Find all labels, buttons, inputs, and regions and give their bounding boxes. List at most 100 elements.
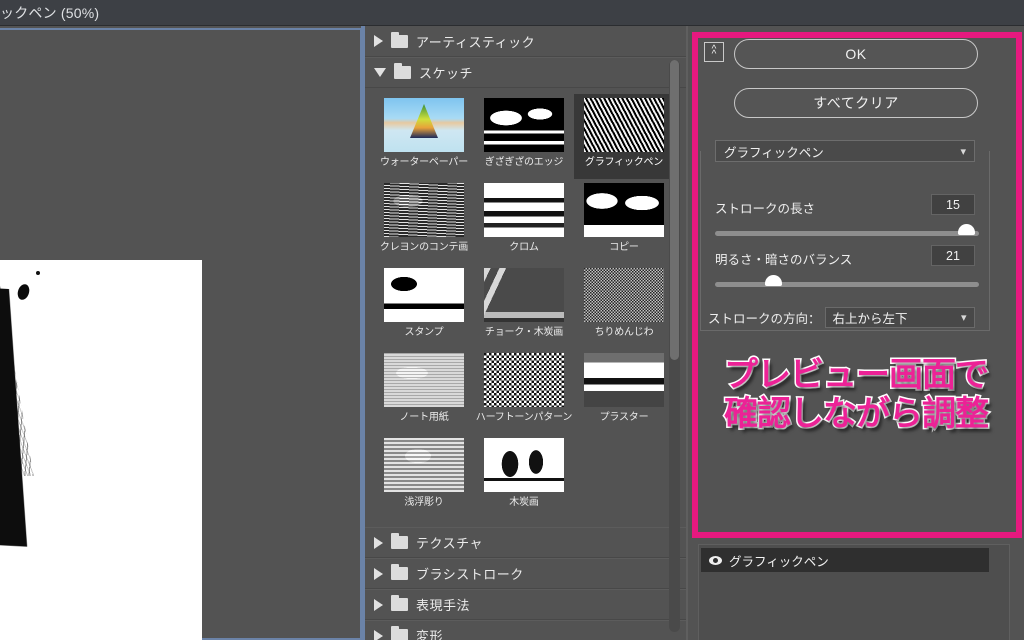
stroke-direction-dropdown[interactable]: 右上から左下 ▾	[824, 307, 975, 328]
double-chevron-up-icon[interactable]: ^ ^	[704, 42, 724, 62]
filter-thumbnail-image[interactable]	[584, 353, 664, 407]
filter-thumbnail[interactable]: ノート用紙	[374, 349, 474, 434]
clear-all-button[interactable]: すべてクリア	[734, 88, 978, 118]
filter-thumbnail[interactable]: グラフィックペン	[574, 94, 674, 179]
category-row[interactable]: スケッチ	[364, 57, 686, 88]
filter-thumbnail-image[interactable]	[484, 353, 564, 407]
filter-thumbnail[interactable]: ぎざぎざのエッジ	[474, 94, 574, 179]
preview-ink-dot	[15, 282, 32, 302]
chevron-down-icon: ▾	[960, 145, 966, 158]
category-list-bottom: テクスチャブラシストローク表現手法変形	[364, 527, 686, 640]
filter-thumbnail[interactable]: コピー	[574, 179, 674, 264]
param-stroke-length-slider-knob[interactable]	[957, 224, 975, 235]
category-label: アーティスティック	[416, 34, 536, 50]
filter-thumbnail-label: クロム	[509, 242, 539, 253]
filter-name-dropdown[interactable]: グラフィックペン ▾	[715, 140, 975, 162]
ok-button[interactable]: OK	[734, 39, 978, 69]
filter-thumbnail-image[interactable]	[384, 353, 464, 407]
filter-thumbnail-image[interactable]	[584, 183, 664, 237]
filter-thumbnail-label: 木炭画	[509, 497, 539, 508]
category-label: 変形	[416, 629, 444, 640]
category-row[interactable]: テクスチャ	[364, 527, 686, 558]
filter-thumbnail[interactable]: ウォーターペーパー	[374, 94, 474, 179]
filter-thumbnail[interactable]: チョーク・木炭画	[474, 264, 574, 349]
filter-thumbnail-label: ハーフトーンパターン	[475, 412, 573, 423]
filter-thumbnail[interactable]: クレヨンのコンテ画	[374, 179, 474, 264]
folder-icon	[391, 564, 408, 580]
stroke-direction-dropdown-value: 右上から左下	[832, 312, 908, 326]
category-row[interactable]: 表現手法	[364, 589, 686, 620]
category-row[interactable]: 変形	[364, 620, 686, 640]
window-titlebar: ックペン (50%)	[0, 0, 1024, 26]
window-title: ックペン (50%)	[0, 4, 100, 21]
filter-thumbnail-label: 浅浮彫り	[404, 497, 444, 508]
filter-thumbnail[interactable]: スタンプ	[374, 264, 474, 349]
filter-thumbnail-label: クレヨンのコンテ画	[379, 242, 469, 253]
annotation-line-2: 確認しながら調整	[723, 394, 991, 435]
param-light-dark-balance-slider-knob[interactable]	[765, 275, 783, 286]
filter-thumbnail-image[interactable]	[584, 268, 664, 322]
preview-area[interactable]	[0, 26, 362, 640]
filter-thumbnail[interactable]: プラスター	[574, 349, 674, 434]
gallery-scrollbar[interactable]	[669, 60, 680, 632]
param-stroke-length: ストロークの長さ 15	[715, 194, 975, 217]
param-light-dark-balance-label: 明るさ・暗さのバランス	[715, 253, 853, 267]
param-light-dark-balance-slider[interactable]	[715, 275, 979, 287]
folder-icon	[394, 63, 411, 79]
param-stroke-length-value[interactable]: 15	[931, 194, 975, 215]
filter-thumbnail-label: チョーク・木炭画	[484, 327, 564, 338]
annotation-text: プレビュー画面で 確認しながら調整	[688, 354, 1024, 435]
filter-settings-panel: ^ ^ OK すべてクリア グラフィックペン ▾ ストロークの長さ 15 明るさ…	[686, 26, 1024, 640]
panel-divider-right	[686, 26, 688, 640]
filter-thumbnail[interactable]: 浅浮彫り	[374, 434, 474, 519]
filter-thumbnail-label: プラスター	[599, 412, 649, 423]
filter-thumbnail-label: スタンプ	[404, 327, 444, 338]
filter-thumbnail-image[interactable]	[484, 183, 564, 237]
category-row[interactable]: アーティスティック	[364, 26, 686, 57]
folder-icon	[391, 31, 408, 48]
filter-thumbnail-image[interactable]	[484, 438, 564, 492]
category-row[interactable]: ブラシストローク	[364, 558, 686, 589]
filter-preview-canvas[interactable]	[0, 260, 202, 640]
folder-icon	[391, 533, 408, 549]
category-label: スケッチ	[419, 66, 474, 81]
filter-thumbnail[interactable]: クロム	[474, 179, 574, 264]
triangle-right-icon[interactable]	[374, 629, 383, 640]
param-stroke-direction-row: ストロークの方向： 右上から左下 ▾	[708, 307, 988, 328]
list-item[interactable]: グラフィックペン	[701, 548, 989, 572]
filter-thumbnail-image[interactable]	[384, 183, 464, 237]
filter-thumbnail-image[interactable]	[384, 268, 464, 322]
filter-thumbnail-image[interactable]	[484, 98, 564, 152]
panel-divider-left	[361, 26, 365, 640]
param-stroke-length-label: ストロークの長さ	[715, 202, 816, 216]
filter-thumbnail-image[interactable]	[384, 438, 464, 492]
eye-icon[interactable]	[701, 555, 729, 565]
filter-thumbnail-grid: ウォーターペーパー ぎざぎざのエッジ グラフィックペンクレヨンのコンテ画 クロム コピー…	[364, 88, 686, 527]
triangle-right-icon[interactable]	[374, 598, 383, 611]
gallery-scrollbar-thumb[interactable]	[670, 60, 679, 360]
chevron-up-bottom: ^	[711, 49, 717, 60]
filter-thumbnail[interactable]: 木炭画	[474, 434, 574, 519]
category-list-top: アーティスティック スケッチ	[364, 26, 686, 88]
param-light-dark-balance-value[interactable]: 21	[931, 245, 975, 266]
filter-thumbnail-image[interactable]	[584, 98, 664, 152]
filter-category-panel: アーティスティック スケッチ ウォーターペーパー ぎざぎざのエッジ グラフィックペンク…	[361, 26, 686, 640]
category-label: ブラシストローク	[416, 567, 524, 582]
param-stroke-length-slider[interactable]	[715, 224, 979, 236]
applied-filter-name: グラフィックペン	[729, 554, 829, 569]
folder-icon	[391, 595, 408, 611]
filter-thumbnail-label: コピー	[609, 242, 639, 253]
applied-filter-list[interactable]: グラフィックペン	[698, 544, 1010, 640]
filter-thumbnail[interactable]: ハーフトーンパターン	[474, 349, 574, 434]
filter-name-dropdown-value: グラフィックペン	[724, 145, 824, 160]
triangle-right-icon[interactable]	[374, 567, 383, 580]
annotation-line-1: プレビュー画面で	[723, 354, 991, 395]
filter-thumbnail-label: グラフィックペン	[584, 157, 664, 168]
filter-thumbnail-image[interactable]	[484, 268, 564, 322]
filter-thumbnail-image[interactable]	[384, 98, 464, 152]
triangle-right-icon[interactable]	[374, 536, 383, 549]
triangle-down-icon[interactable]	[374, 68, 386, 77]
filter-thumbnail[interactable]: ちりめんじわ	[574, 264, 674, 349]
triangle-right-icon[interactable]	[374, 35, 383, 47]
filter-thumbnail-label: ぎざぎざのエッジ	[484, 157, 564, 168]
